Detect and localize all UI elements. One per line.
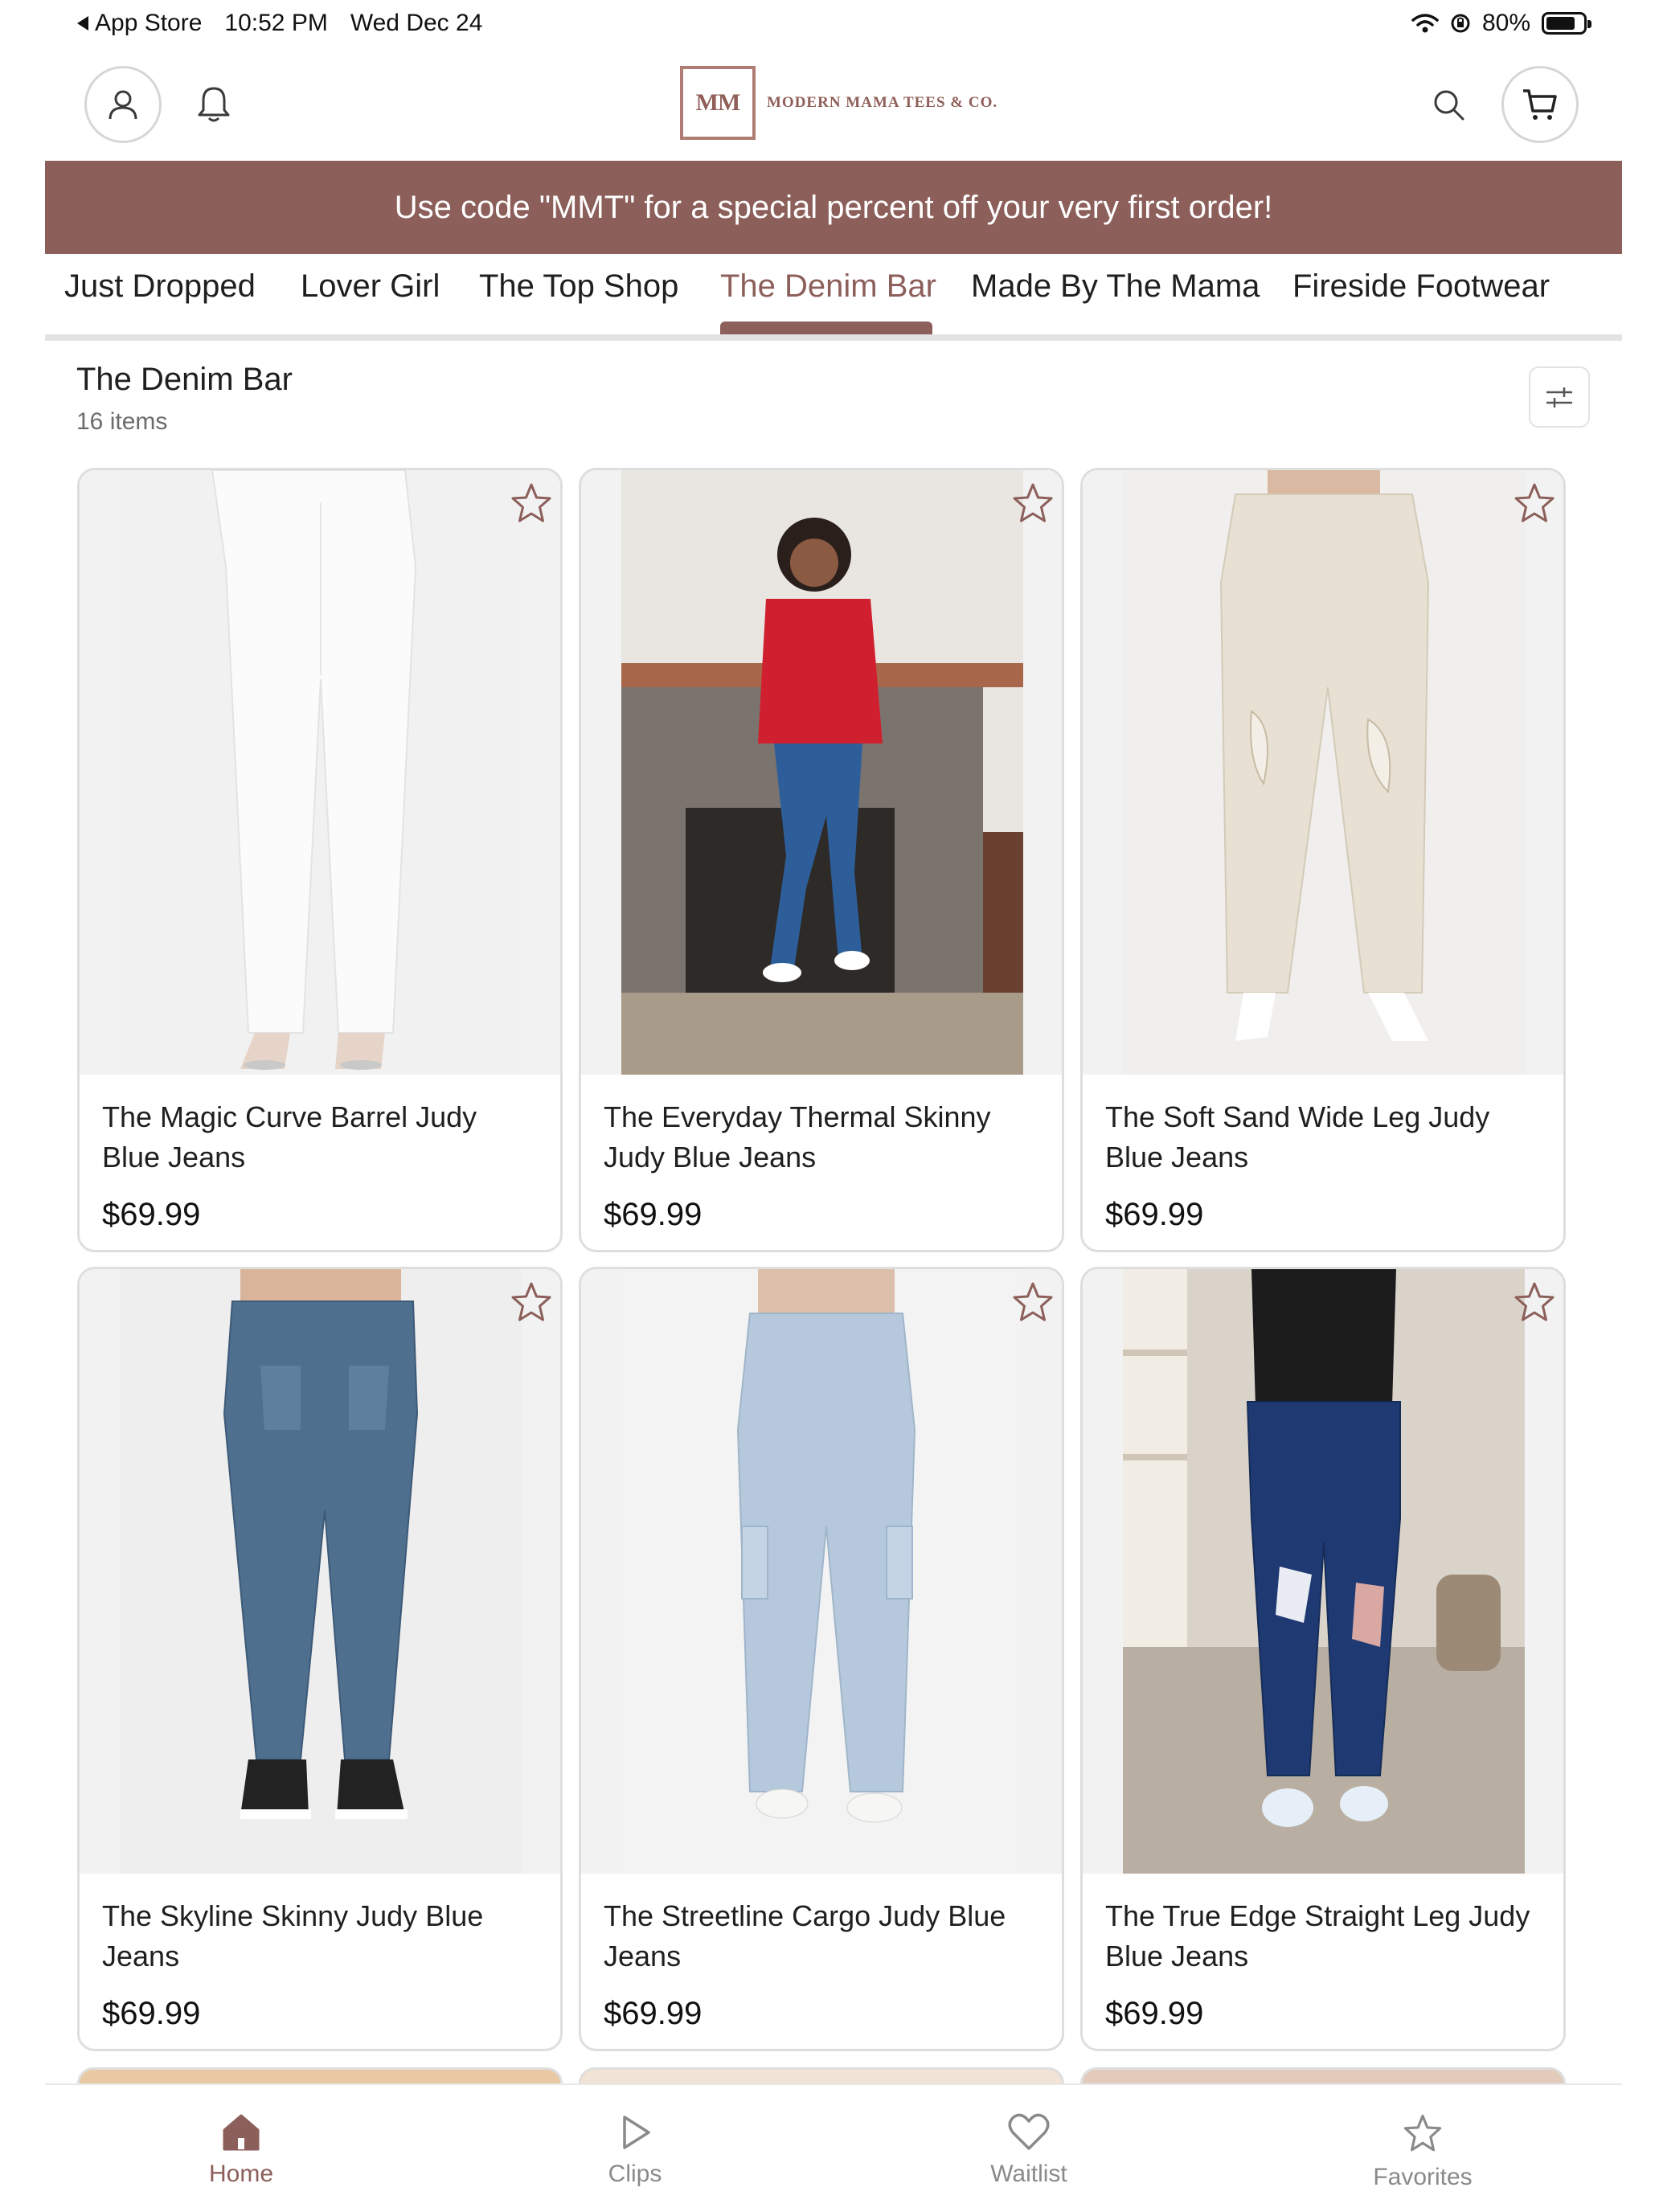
notifications-button[interactable] (182, 72, 246, 137)
logo-mark: MM (680, 66, 756, 140)
play-icon (623, 2116, 650, 2149)
product-card[interactable]: The True Edge Straight Leg Judy Blue Jea… (1080, 1267, 1566, 2051)
bell-icon (198, 87, 230, 122)
star-icon (1403, 2114, 1442, 2152)
nav-waitlist-label: Waitlist (990, 2161, 1067, 2187)
promo-banner[interactable]: Use code "MMT" for a special percent off… (45, 161, 1622, 254)
product-card[interactable]: The Skyline Skinny Judy Blue Jeans $69.9… (77, 1267, 563, 2051)
tab-the-denim-bar[interactable]: The Denim Bar (720, 268, 936, 305)
skinny-jeans-photo (120, 1269, 522, 1874)
status-time: 10:52 PM (224, 10, 328, 36)
home-icon (223, 2114, 260, 2151)
star-icon[interactable] (507, 480, 555, 528)
product-price: $69.99 (604, 1996, 703, 2031)
nav-home[interactable]: Home (161, 2112, 322, 2188)
product-image[interactable] (1083, 1269, 1563, 1874)
product-image[interactable] (80, 1269, 560, 1874)
sand-jeans-photo (1123, 470, 1525, 1075)
brand-logo[interactable]: MM MODERN MAMA TEES & CO. (680, 66, 997, 140)
product-image[interactable] (581, 1269, 1062, 1874)
product-price: $69.99 (102, 1996, 201, 2031)
product-card-partial[interactable] (77, 2067, 563, 2083)
product-card-partial[interactable] (1080, 2067, 1566, 2083)
product-card[interactable]: The Soft Sand Wide Leg Judy Blue Jeans $… (1080, 468, 1566, 1252)
product-price: $69.99 (604, 1197, 703, 1232)
product-price: $69.99 (1105, 1996, 1204, 2031)
white-jeans-photo (120, 470, 522, 1075)
product-name[interactable]: The Magic Curve Barrel Judy Blue Jeans (102, 1097, 536, 1178)
product-image[interactable] (1083, 470, 1563, 1075)
fireplace-model-photo (621, 470, 1023, 1075)
search-button[interactable] (1416, 72, 1481, 137)
product-name[interactable]: The Skyline Skinny Judy Blue Jeans (102, 1896, 536, 1976)
search-icon (1434, 90, 1464, 121)
product-card-partial[interactable] (579, 2067, 1064, 2083)
cargo-jeans-photo (621, 1269, 1023, 1874)
tab-the-top-shop[interactable]: The Top Shop (479, 268, 678, 305)
dark-jeans-photo (1123, 1269, 1525, 1874)
battery-icon (1542, 12, 1591, 35)
app-header: MM MODERN MAMA TEES & CO. (0, 56, 1659, 153)
cart-button[interactable] (1501, 66, 1579, 143)
star-icon[interactable] (1009, 1279, 1057, 1327)
product-image[interactable] (80, 470, 560, 1075)
collection-count: 16 items (76, 408, 168, 435)
product-price: $69.99 (102, 1197, 201, 1232)
nav-clips[interactable]: Clips (555, 2112, 715, 2188)
product-price: $69.99 (1105, 1197, 1204, 1232)
tab-fireside-footwear[interactable]: Fireside Footwear (1292, 268, 1550, 305)
nav-clips-label: Clips (608, 2161, 662, 2187)
account-icon (109, 90, 137, 120)
star-icon[interactable] (1510, 1279, 1559, 1327)
star-icon[interactable] (1009, 480, 1057, 528)
status-date: Wed Dec 24 (350, 10, 483, 36)
battery-percent: 80% (1481, 10, 1530, 36)
promo-text: Use code "MMT" for a special percent off… (394, 189, 1273, 225)
product-card[interactable]: The Magic Curve Barrel Judy Blue Jeans $… (77, 468, 563, 1252)
wifi-icon (1411, 14, 1439, 33)
tab-made-by-the-mama[interactable]: Made By The Mama (971, 268, 1260, 305)
account-button[interactable] (84, 66, 162, 143)
product-name[interactable]: The Soft Sand Wide Leg Judy Blue Jeans (1105, 1097, 1539, 1178)
product-card[interactable]: The Streetline Cargo Judy Blue Jeans $69… (579, 1267, 1064, 2051)
product-name[interactable]: The Everyday Thermal Skinny Judy Blue Je… (604, 1097, 1038, 1178)
orientation-lock-icon (1451, 14, 1470, 33)
nav-favorites[interactable]: Favorites (1342, 2112, 1503, 2191)
tab-lover-girl[interactable]: Lover Girl (301, 268, 440, 305)
cart-icon (1523, 89, 1557, 120)
nav-waitlist[interactable]: Waitlist (948, 2112, 1109, 2188)
product-name[interactable]: The True Edge Straight Leg Judy Blue Jea… (1105, 1896, 1539, 1976)
product-image[interactable] (581, 470, 1062, 1075)
star-icon[interactable] (507, 1279, 555, 1327)
collection-title: The Denim Bar (76, 362, 293, 397)
back-to-app-store[interactable]: App Store (77, 10, 202, 37)
logo-name: MODERN MAMA TEES & CO. (767, 94, 998, 111)
product-name[interactable]: The Streetline Cargo Judy Blue Jeans (604, 1896, 1038, 1976)
product-card[interactable]: The Everyday Thermal Skinny Judy Blue Je… (579, 468, 1064, 1252)
filter-button[interactable] (1529, 367, 1590, 428)
nav-favorites-label: Favorites (1373, 2164, 1473, 2190)
category-tabs: Just Dropped Lover Girl The Top Shop The… (45, 254, 1622, 341)
tab-just-dropped[interactable]: Just Dropped (64, 268, 256, 305)
nav-home-label: Home (208, 2161, 274, 2187)
star-icon[interactable] (1510, 480, 1559, 528)
back-app-label: App Store (95, 10, 203, 36)
back-arrow-icon (77, 16, 88, 31)
status-bar: App Store 10:52 PM Wed Dec 24 80% (0, 0, 1659, 45)
bottom-nav: Home Clips Waitlist Favorites (45, 2083, 1622, 2212)
active-tab-indicator (720, 322, 932, 334)
heart-icon (1008, 2113, 1050, 2150)
sliders-icon (1546, 387, 1572, 408)
